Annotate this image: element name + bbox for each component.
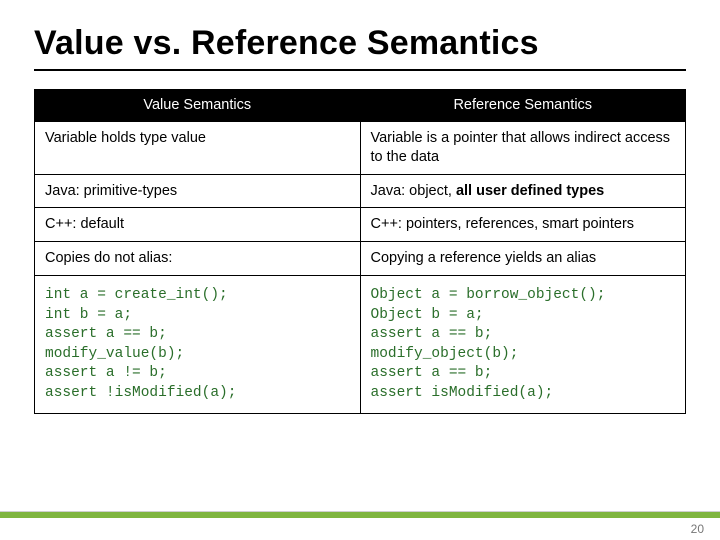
page-number: 20 bbox=[691, 522, 704, 536]
cell-reference-cpp: C++: pointers, references, smart pointer… bbox=[360, 208, 686, 242]
table-row: Variable holds type value Variable is a … bbox=[35, 121, 686, 174]
header-value-semantics: Value Semantics bbox=[35, 90, 361, 122]
java-bold: all user defined types bbox=[456, 183, 604, 199]
comparison-table: Value Semantics Reference Semantics Vari… bbox=[34, 89, 686, 414]
footer-accent-bar bbox=[0, 512, 720, 518]
cell-value-alias: Copies do not alias: bbox=[35, 242, 361, 276]
cell-value-cpp: C++: default bbox=[35, 208, 361, 242]
header-reference-semantics: Reference Semantics bbox=[360, 90, 686, 122]
cell-reference-java: Java: object, all user defined types bbox=[360, 174, 686, 208]
slide: Value vs. Reference Semantics Value Sema… bbox=[0, 0, 720, 540]
cell-value-java: Java: primitive-types bbox=[35, 174, 361, 208]
slide-title: Value vs. Reference Semantics bbox=[34, 24, 686, 63]
java-prefix: Java: object, bbox=[371, 183, 456, 199]
table-row: C++: default C++: pointers, references, … bbox=[35, 208, 686, 242]
table-row: Copies do not alias: Copying a reference… bbox=[35, 242, 686, 276]
code-reference-semantics: Object a = borrow_object(); Object b = a… bbox=[360, 276, 686, 414]
title-underline bbox=[34, 69, 686, 71]
table-header-row: Value Semantics Reference Semantics bbox=[35, 90, 686, 122]
table-row: Java: primitive-types Java: object, all … bbox=[35, 174, 686, 208]
code-value-semantics: int a = create_int(); int b = a; assert … bbox=[35, 276, 361, 414]
cell-reference-variable: Variable is a pointer that allows indire… bbox=[360, 121, 686, 174]
table-row-code: int a = create_int(); int b = a; assert … bbox=[35, 276, 686, 414]
cell-reference-alias: Copying a reference yields an alias bbox=[360, 242, 686, 276]
cell-value-variable: Variable holds type value bbox=[35, 121, 361, 174]
